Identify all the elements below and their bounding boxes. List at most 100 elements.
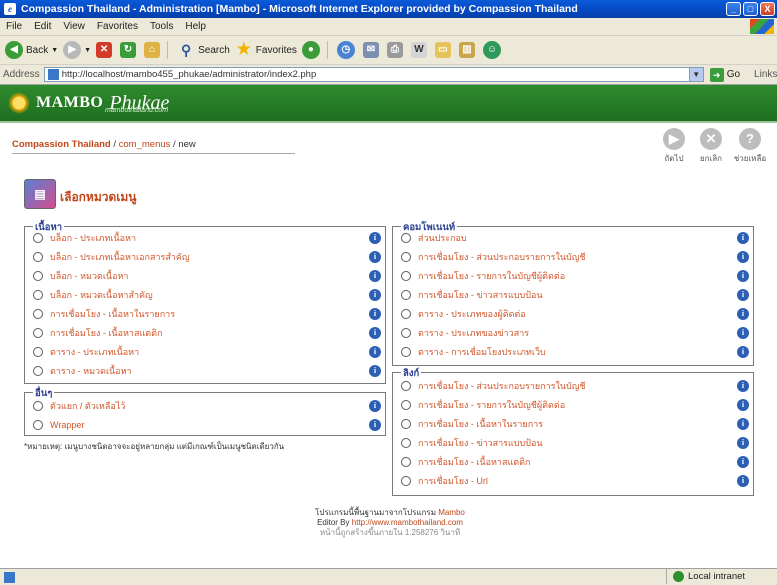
favorites-button[interactable]: ★ Favorites — [235, 39, 297, 61]
info-icon[interactable]: i — [737, 270, 749, 282]
radio-button[interactable] — [33, 347, 43, 357]
refresh-button[interactable]: ↻ — [120, 39, 139, 61]
address-field[interactable]: http://localhost/mambo455_phukae/adminis… — [43, 67, 704, 82]
info-icon[interactable]: i — [369, 270, 381, 282]
radio-button[interactable] — [401, 233, 411, 243]
info-icon[interactable]: i — [369, 346, 381, 358]
menu-type-label[interactable]: การเชื่อมโยง - เนื้อหาสแตติก — [418, 455, 737, 469]
radio-button[interactable] — [401, 347, 411, 357]
info-icon[interactable]: i — [369, 365, 381, 377]
breadcrumb-component[interactable]: com_menus — [119, 139, 171, 150]
list-item[interactable]: การเชื่อมโยง - ส่วนประกอบรายการในบัญชี i — [393, 250, 753, 264]
radio-button[interactable] — [401, 309, 411, 319]
radio-button[interactable] — [401, 476, 411, 486]
radio-button[interactable] — [401, 328, 411, 338]
menu-type-label[interactable]: บล็อก - หมวดเนื้อหา — [50, 269, 369, 283]
menu-file[interactable]: File — [0, 21, 28, 32]
list-item[interactable]: ตาราง - ประเภทของผู้ติดต่อ i — [393, 307, 753, 321]
info-icon[interactable]: i — [737, 346, 749, 358]
list-item[interactable]: บล็อก - หมวดเนื้อหา i — [25, 269, 385, 283]
list-item[interactable]: การเชื่อมโยง - ส่วนประกอบรายการในบัญชี i — [393, 379, 753, 393]
menu-type-label[interactable]: การเชื่อมโยง - รายการในบัญชีผู้ติดต่อ — [418, 269, 737, 283]
back-dropdown-icon[interactable]: ▼ — [51, 47, 58, 54]
list-item[interactable]: บล็อก - หมวดเนื้อหาสำคัญ i — [25, 288, 385, 302]
menu-type-label[interactable]: การเชื่อมโยง - ข่าวสารแบบป้อน — [418, 288, 737, 302]
list-item[interactable]: Wrapper i — [25, 418, 385, 432]
menu-help[interactable]: Help — [179, 21, 212, 32]
info-icon[interactable]: i — [737, 380, 749, 392]
menu-type-label[interactable]: บล็อก - ประเภทเนื้อหา — [50, 231, 369, 245]
info-icon[interactable]: i — [737, 475, 749, 487]
radio-button[interactable] — [401, 419, 411, 429]
info-icon[interactable]: i — [737, 289, 749, 301]
list-item[interactable]: การเชื่อมโยง - ข่าวสารแบบป้อน i — [393, 436, 753, 450]
menu-type-label[interactable]: การเชื่อมโยง - เนื้อหาสแตติก — [50, 326, 369, 340]
info-icon[interactable]: i — [737, 308, 749, 320]
messenger-button[interactable]: ☺ — [482, 39, 504, 61]
history-button[interactable]: ◷ — [336, 39, 358, 61]
radio-button[interactable] — [33, 252, 43, 262]
menu-edit[interactable]: Edit — [28, 21, 57, 32]
menu-type-label[interactable]: การเชื่อมโยง - Url — [418, 474, 737, 488]
list-item[interactable]: บล็อก - ประเภทเนื้อหาเอกสารสำคัญ i — [25, 250, 385, 264]
list-item[interactable]: การเชื่อมโยง - รายการในบัญชีผู้ติดต่อ i — [393, 269, 753, 283]
menu-tools[interactable]: Tools — [144, 21, 179, 32]
folder-button[interactable]: ▭ — [434, 39, 454, 61]
list-item[interactable]: ตาราง - หมวดเนื้อหา i — [25, 364, 385, 378]
radio-button[interactable] — [33, 401, 43, 411]
close-button[interactable]: X — [760, 2, 775, 16]
mail-button[interactable]: ✉ — [362, 39, 382, 61]
print-button[interactable]: ⎙ — [386, 39, 406, 61]
cancel-button[interactable]: ✕ ยกเลิก — [694, 128, 728, 165]
home-button[interactable]: ⌂ — [144, 39, 163, 61]
list-item[interactable]: การเชื่อมโยง - เนื้อหาสแตติก i — [25, 326, 385, 340]
radio-button[interactable] — [401, 457, 411, 467]
help-button[interactable]: ? ช่วยเหลือ — [733, 128, 767, 165]
editor-link[interactable]: http://www.mambothailand.com — [352, 518, 463, 527]
menu-type-label[interactable]: ตาราง - หมวดเนื้อหา — [50, 364, 369, 378]
links-button[interactable]: Links — [754, 69, 777, 80]
breadcrumb-site[interactable]: Compassion Thailand — [12, 139, 111, 150]
radio-button[interactable] — [33, 290, 43, 300]
info-icon[interactable]: i — [369, 400, 381, 412]
info-icon[interactable]: i — [369, 289, 381, 301]
radio-button[interactable] — [401, 400, 411, 410]
menu-type-label[interactable]: การเชื่อมโยง - เนื้อหาในรายการ — [50, 307, 369, 321]
stop-button[interactable]: ✕ — [96, 39, 115, 61]
info-icon[interactable]: i — [369, 419, 381, 431]
list-item[interactable]: ตาราง - ประเภทเนื้อหา i — [25, 345, 385, 359]
info-icon[interactable]: i — [369, 308, 381, 320]
info-icon[interactable]: i — [737, 456, 749, 468]
list-item[interactable]: การเชื่อมโยง - เนื้อหาในรายการ i — [25, 307, 385, 321]
menu-type-label[interactable]: ส่วนประกอบ — [418, 231, 737, 245]
info-icon[interactable]: i — [369, 327, 381, 339]
menu-type-label[interactable]: Wrapper — [50, 420, 369, 430]
mambo-link[interactable]: Mambo — [438, 508, 465, 517]
info-icon[interactable]: i — [737, 251, 749, 263]
radio-button[interactable] — [401, 252, 411, 262]
radio-button[interactable] — [33, 366, 43, 376]
menu-type-label[interactable]: ตาราง - ประเภทเนื้อหา — [50, 345, 369, 359]
list-item[interactable]: บล็อก - ประเภทเนื้อหา i — [25, 231, 385, 245]
edit-button[interactable]: W — [410, 39, 430, 61]
info-icon[interactable]: i — [369, 232, 381, 244]
radio-button[interactable] — [33, 233, 43, 243]
list-item[interactable]: การเชื่อมโยง - เนื้อหาสแตติก i — [393, 455, 753, 469]
list-item[interactable]: การเชื่อมโยง - Url i — [393, 474, 753, 488]
menu-type-label[interactable]: การเชื่อมโยง - ส่วนประกอบรายการในบัญชี — [418, 250, 737, 264]
menu-type-label[interactable]: บล็อก - ประเภทเนื้อหาเอกสารสำคัญ — [50, 250, 369, 264]
address-dropdown-icon[interactable]: ▼ — [688, 68, 703, 81]
minimize-button[interactable]: _ — [726, 2, 741, 16]
radio-button[interactable] — [401, 381, 411, 391]
go-button[interactable]: ➜ Go — [709, 67, 740, 82]
search-button[interactable]: ⚲ Search — [177, 39, 230, 61]
menu-favorites[interactable]: Favorites — [91, 21, 144, 32]
info-icon[interactable]: i — [737, 418, 749, 430]
info-icon[interactable]: i — [737, 399, 749, 411]
info-icon[interactable]: i — [369, 251, 381, 263]
radio-button[interactable] — [33, 328, 43, 338]
menu-type-label[interactable]: ตัวแยก / ตัวเหลือไว้ — [50, 399, 369, 413]
menu-type-label[interactable]: ตาราง - ประเภทของผู้ติดต่อ — [418, 307, 737, 321]
menu-type-label[interactable]: การเชื่อมโยง - ข่าวสารแบบป้อน — [418, 436, 737, 450]
menu-view[interactable]: View — [57, 21, 91, 32]
